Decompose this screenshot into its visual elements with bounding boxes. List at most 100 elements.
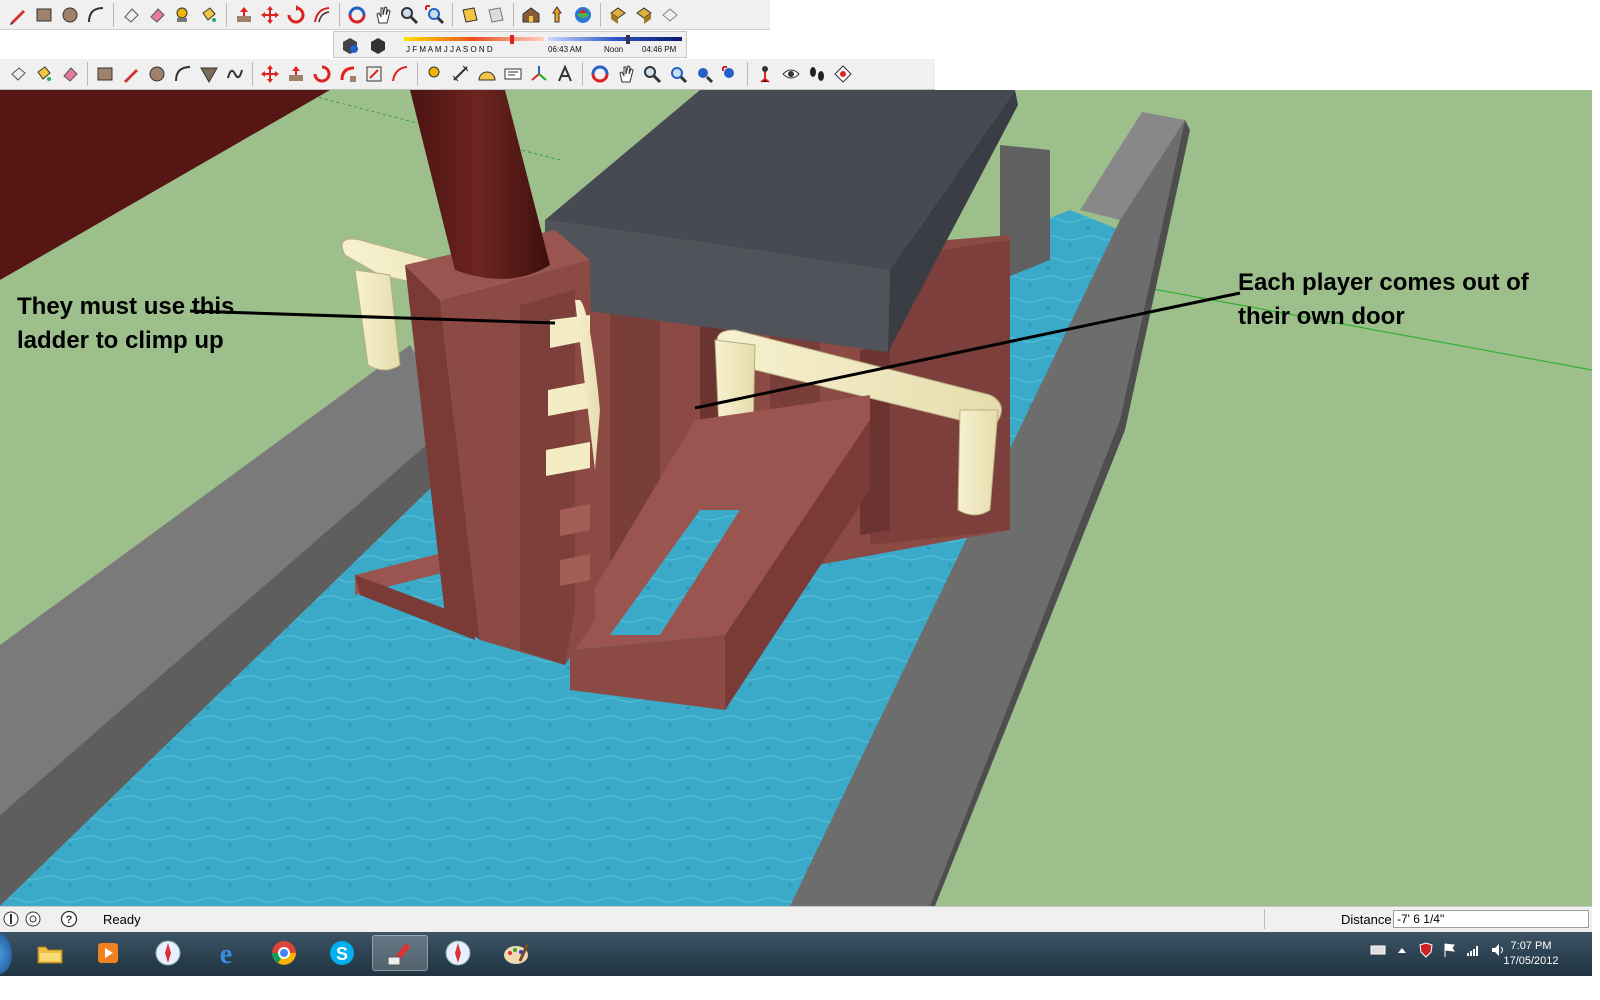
previous-icon[interactable] [718, 62, 742, 86]
offset-icon[interactable] [388, 62, 412, 86]
push-pull-icon[interactable] [232, 3, 256, 27]
rotate-icon[interactable] [284, 3, 308, 27]
components-icon[interactable] [545, 3, 569, 27]
zoom-window-icon[interactable] [666, 62, 690, 86]
rectangle-icon[interactable] [93, 62, 117, 86]
clock-time: 7:07 PM [1510, 940, 1552, 952]
offset-icon[interactable] [310, 3, 334, 27]
taskbar-explorer[interactable] [22, 935, 78, 971]
windows-explorer-icon [37, 946, 63, 964]
ladder-annotation[interactable]: They must use this ladder to climp up [17, 290, 234, 358]
display-shadows-icon[interactable] [366, 33, 390, 57]
zoom-extents-icon[interactable] [423, 3, 447, 27]
svg-text:S: S [336, 944, 348, 964]
move-icon[interactable] [258, 62, 282, 86]
zoom-extents-icon[interactable] [692, 62, 716, 86]
action-center-flag-icon[interactable] [1442, 942, 1458, 958]
taskbar-media-player[interactable] [80, 935, 136, 971]
shadow-settings-icon[interactable] [338, 33, 362, 57]
taskbar-clock[interactable]: 7:07 PM 17/05/2012 [1488, 939, 1574, 969]
toolbar-separator [226, 2, 227, 27]
windows-taskbar: e S 7:07 PM 17/05/2012 [0, 932, 1592, 976]
pan-icon[interactable] [371, 3, 395, 27]
zoom-icon[interactable] [397, 3, 421, 27]
taskbar-chrome[interactable] [256, 935, 312, 971]
eraser-outline-icon[interactable] [119, 3, 143, 27]
arc-icon[interactable] [84, 3, 108, 27]
walk-icon[interactable] [805, 62, 829, 86]
antivirus-shield-icon[interactable] [1418, 942, 1434, 958]
look-around-icon[interactable] [779, 62, 803, 86]
rotate-icon[interactable] [310, 62, 334, 86]
tape-measure-icon[interactable] [171, 3, 195, 27]
taskbar-safari[interactable] [140, 935, 196, 971]
freehand-icon[interactable] [223, 62, 247, 86]
scale-icon[interactable] [362, 62, 386, 86]
svg-text:?: ? [66, 914, 73, 926]
safari-icon [155, 940, 181, 966]
warehouse-icon[interactable] [519, 3, 543, 27]
toolbar-separator [582, 62, 583, 86]
zoom-icon[interactable] [640, 62, 664, 86]
pan-icon[interactable] [614, 62, 638, 86]
measurement-box[interactable]: -7' 6 1/4" [1393, 910, 1589, 928]
upload-icon[interactable] [606, 3, 630, 27]
keyboard-icon[interactable] [1370, 942, 1386, 958]
share-model-icon[interactable] [571, 3, 595, 27]
tape-measure-icon[interactable] [423, 62, 447, 86]
toolbar-separator [252, 62, 253, 86]
arc-icon[interactable] [171, 62, 195, 86]
3d-text-icon[interactable] [553, 62, 577, 86]
push-pull-icon[interactable] [284, 62, 308, 86]
position-camera-icon[interactable] [753, 62, 777, 86]
orbit-icon[interactable] [588, 62, 612, 86]
protractor-icon[interactable] [475, 62, 499, 86]
media-player-icon [98, 943, 118, 963]
download-icon[interactable] [632, 3, 656, 27]
time-slider[interactable]: 06:43 AM Noon 04:46 PM [548, 35, 682, 55]
extension-icon[interactable] [658, 3, 682, 27]
dimension-icon[interactable] [449, 62, 473, 86]
follow-me-icon[interactable] [336, 62, 360, 86]
eraser-icon[interactable] [145, 3, 169, 27]
circle-icon[interactable] [145, 62, 169, 86]
help-icon[interactable]: ? [60, 910, 78, 928]
model-viewport[interactable]: They must use this ladder to climp up Ea… [0, 90, 1592, 906]
taskbar-skype[interactable]: S [314, 935, 370, 971]
show-hidden-icons-icon[interactable] [1394, 942, 1410, 958]
pencil-icon[interactable] [119, 62, 143, 86]
text-icon[interactable] [501, 62, 525, 86]
top-toolbar [0, 0, 770, 30]
taskbar-safari-2[interactable] [430, 935, 486, 971]
network-signal-icon[interactable] [1466, 942, 1482, 958]
select-icon[interactable] [6, 62, 30, 86]
taskbar-internet-explorer[interactable]: e [198, 935, 254, 971]
time-noon-label: Noon [604, 45, 624, 54]
door-annotation[interactable]: Each player comes out of their own door [1238, 266, 1529, 334]
month-slider[interactable]: J F M A M J J A S O N D [404, 35, 544, 55]
3d-scene[interactable] [0, 90, 1592, 906]
toolbar-separator [452, 2, 453, 27]
paint-bucket-icon[interactable] [197, 3, 221, 27]
section-plane-icon[interactable] [831, 62, 855, 86]
start-button[interactable] [0, 934, 12, 974]
rectangle-icon[interactable] [32, 3, 56, 27]
shadow-settings-toolbar: J F M A M J J A S O N D 06:43 AM Noon 04… [333, 31, 687, 58]
axes-icon[interactable] [527, 62, 551, 86]
pencil-icon[interactable] [6, 3, 30, 27]
toolbar-separator [417, 62, 418, 86]
paint-bucket-icon[interactable] [32, 62, 56, 86]
svg-text:e: e [220, 939, 232, 969]
eraser-icon[interactable] [58, 62, 82, 86]
geo-location-icon[interactable] [2, 910, 20, 928]
credits-icon[interactable] [24, 910, 42, 928]
taskbar-paint[interactable] [488, 935, 544, 971]
polygon-icon[interactable] [197, 62, 221, 86]
move-icon[interactable] [258, 3, 282, 27]
toolbar-separator [600, 2, 601, 27]
next-view-icon[interactable] [484, 3, 508, 27]
circle-icon[interactable] [58, 3, 82, 27]
orbit-icon[interactable] [345, 3, 369, 27]
previous-view-icon[interactable] [458, 3, 482, 27]
taskbar-sketchup[interactable] [372, 935, 428, 971]
